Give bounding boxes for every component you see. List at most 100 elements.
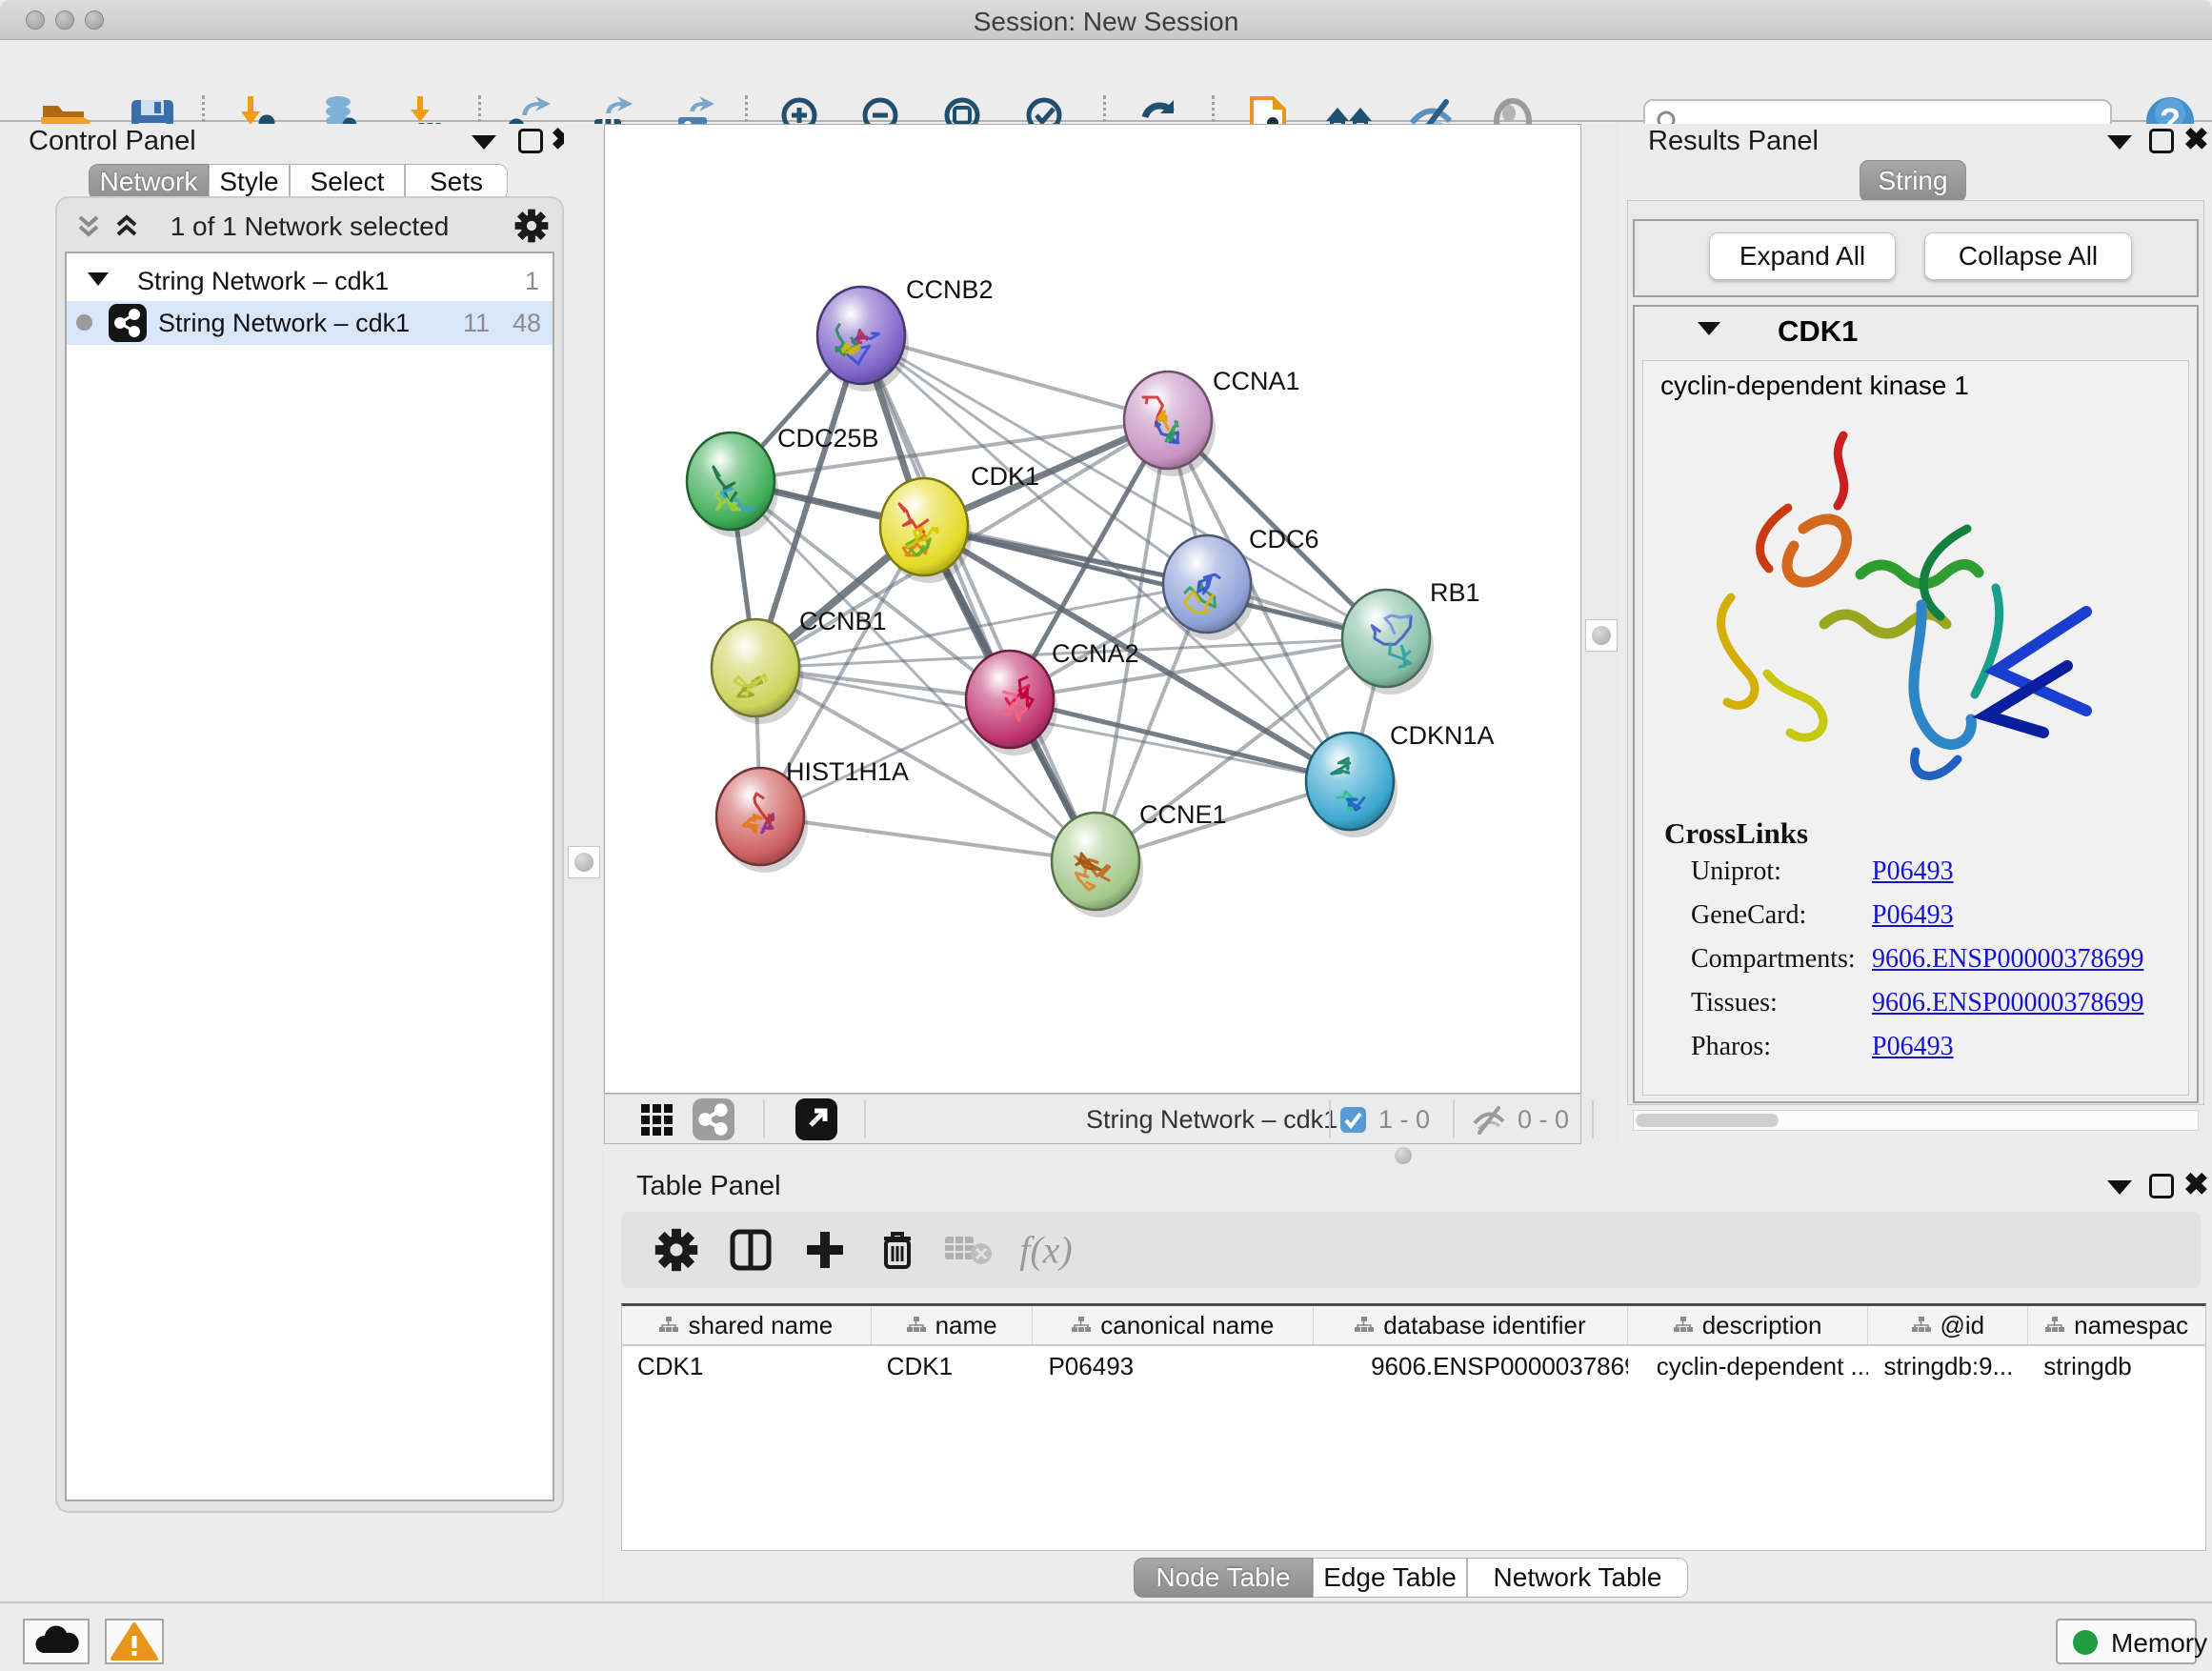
network-list-header: 1 of 1 Network selected bbox=[57, 204, 562, 246]
network-node-CCNE1[interactable]: CCNE1 bbox=[1052, 800, 1227, 917]
crosslink-link[interactable]: P06493 bbox=[1872, 1032, 1954, 1062]
table-panel-menu-icon[interactable] bbox=[2107, 1180, 2132, 1195]
network-share-icon[interactable] bbox=[693, 1098, 734, 1140]
tab-node-table[interactable]: Node Table bbox=[1134, 1558, 1313, 1598]
network-node-label: CDC25B bbox=[777, 424, 879, 453]
tab-string[interactable]: String bbox=[1860, 160, 1966, 202]
network-node-label: CDK1 bbox=[971, 462, 1039, 491]
left-splitter-handle[interactable] bbox=[568, 846, 600, 878]
tab-network[interactable]: Network bbox=[89, 164, 209, 200]
collection-expand-icon[interactable] bbox=[88, 272, 109, 286]
right-splitter[interactable] bbox=[1581, 124, 1621, 1144]
network-node-CDC6[interactable]: CDC6 bbox=[1163, 525, 1319, 640]
network-node-RB1[interactable]: RB1 bbox=[1342, 578, 1480, 695]
column-header[interactable]: description bbox=[1628, 1306, 1869, 1344]
collapse-all-button[interactable]: Collapse All bbox=[1924, 232, 2132, 280]
right-splitter-handle[interactable] bbox=[1585, 619, 1618, 652]
tab-edge-table[interactable]: Edge Table bbox=[1313, 1558, 1467, 1598]
network-node-label: RB1 bbox=[1430, 578, 1480, 607]
crosslinks-heading: CrossLinks bbox=[1664, 816, 1808, 851]
column-header[interactable]: name bbox=[872, 1306, 1034, 1344]
network-node-CCNA2[interactable]: CCNA2 bbox=[966, 639, 1139, 755]
footer-separator bbox=[1453, 1100, 1455, 1138]
cell-id[interactable]: stringdb:9... bbox=[1868, 1346, 2028, 1386]
tab-select[interactable]: Select bbox=[290, 164, 405, 200]
control-panel-float-icon[interactable] bbox=[518, 129, 543, 153]
crosslink-link[interactable]: P06493 bbox=[1872, 900, 1954, 931]
column-header[interactable]: shared name bbox=[622, 1306, 872, 1344]
table-row[interactable]: CDK1 CDK1 P06493 9606.ENSP00000378699 cy… bbox=[622, 1346, 2205, 1386]
selected-checkbox-icon[interactable] bbox=[1340, 1107, 1366, 1133]
network-canvas[interactable]: CCNB2 CCNA1 CDC25B CDK1 CDC6 RB1 CCNB1 CCNA2 CDK… bbox=[604, 124, 1581, 1094]
table-panel-float-icon[interactable] bbox=[2149, 1174, 2174, 1198]
warning-button[interactable] bbox=[105, 1619, 164, 1664]
network-collection-row[interactable]: String Network – cdk1 1 bbox=[67, 261, 553, 303]
column-header[interactable]: canonical name bbox=[1033, 1306, 1314, 1344]
crosslink-label: GeneCard: bbox=[1691, 900, 1806, 931]
tab-network-table[interactable]: Network Table bbox=[1467, 1558, 1688, 1598]
crosslink-link[interactable]: 9606.ENSP00000378699 bbox=[1872, 944, 2143, 975]
column-header[interactable]: namespac bbox=[2028, 1306, 2205, 1344]
tab-style[interactable]: Style bbox=[209, 164, 290, 200]
network-graph[interactable]: CCNB2 CCNA1 CDC25B CDK1 CDC6 RB1 CCNB1 CCNA2 CDK… bbox=[605, 125, 1580, 1093]
cell-canonical-name[interactable]: P06493 bbox=[1033, 1346, 1314, 1386]
network-options-gear-icon[interactable] bbox=[514, 209, 549, 243]
hidden-eye-icon[interactable] bbox=[1470, 1104, 1508, 1137]
gene-header[interactable]: CDK1 bbox=[1635, 307, 2197, 356]
cell-name[interactable]: CDK1 bbox=[872, 1346, 1034, 1386]
network-node-HIST1H1A[interactable]: HIST1H1A bbox=[716, 757, 909, 873]
expand-all-button[interactable]: Expand All bbox=[1709, 232, 1896, 280]
horizontal-splitter-handle[interactable] bbox=[1395, 1147, 1412, 1164]
function-builder-icon[interactable]: f(x) bbox=[1019, 1228, 1073, 1273]
network-row-label: String Network – cdk1 bbox=[158, 309, 410, 338]
results-scrollbar-thumb[interactable] bbox=[1636, 1114, 1779, 1127]
network-node-CCNA1[interactable]: CCNA1 bbox=[1124, 367, 1300, 476]
control-panel-menu-icon[interactable] bbox=[472, 135, 496, 150]
cell-shared-name[interactable]: CDK1 bbox=[622, 1346, 872, 1386]
column-header[interactable]: database identifier bbox=[1314, 1306, 1628, 1344]
network-node-CCNB1[interactable]: CCNB1 bbox=[712, 607, 887, 724]
network-node-CDKN1A[interactable]: CDKN1A bbox=[1306, 721, 1495, 837]
horizontal-splitter[interactable] bbox=[604, 1144, 2212, 1167]
network-node-label: CDKN1A bbox=[1390, 721, 1495, 750]
results-panel-menu-icon[interactable] bbox=[2107, 135, 2132, 150]
add-column-icon[interactable] bbox=[803, 1228, 847, 1272]
control-panel-tabs: Network Style Select Sets bbox=[11, 164, 564, 200]
birdseye-grid-icon[interactable] bbox=[639, 1102, 675, 1138]
control-panel: Control Panel ✖ Network Style Select Set… bbox=[11, 124, 564, 1578]
gene-collapse-icon[interactable] bbox=[1698, 322, 1720, 335]
network-node-count: 11 bbox=[463, 309, 490, 338]
protein-structure-image bbox=[1681, 416, 2101, 816]
cell-database-identifier[interactable]: 9606.ENSP00000378699 bbox=[1314, 1346, 1628, 1386]
delete-table-icon[interactable] bbox=[943, 1233, 993, 1267]
footer-separator bbox=[763, 1100, 765, 1138]
network-node-CDK1[interactable]: CDK1 bbox=[880, 462, 1039, 583]
open-in-window-icon[interactable] bbox=[795, 1098, 837, 1140]
node-table: shared name name canonical name database… bbox=[621, 1303, 2206, 1551]
left-splitter[interactable] bbox=[564, 124, 604, 1601]
gene-detail-box: CDK1 cyclin-dependent kinase 1 bbox=[1633, 305, 2199, 1103]
table-panel-title: Table Panel bbox=[636, 1171, 781, 1202]
show-columns-icon[interactable] bbox=[728, 1227, 774, 1273]
delete-column-icon[interactable] bbox=[876, 1227, 918, 1273]
results-scrollbar[interactable] bbox=[1633, 1110, 2199, 1131]
results-panel-close-icon[interactable]: ✖ bbox=[2183, 127, 2209, 151]
footer-separator bbox=[1329, 1100, 1331, 1138]
table-panel-close-icon[interactable]: ✖ bbox=[2183, 1172, 2209, 1197]
table-tabs: Node Table Edge Table Network Table bbox=[604, 1558, 2212, 1598]
table-options-gear-icon[interactable] bbox=[654, 1228, 698, 1272]
footer-separator bbox=[864, 1100, 866, 1138]
cell-namespace[interactable]: stringdb bbox=[2028, 1346, 2205, 1386]
crosslink-link[interactable]: P06493 bbox=[1872, 856, 1954, 887]
cell-description[interactable]: cyclin-dependent ... bbox=[1628, 1346, 1869, 1386]
window-title: Session: New Session bbox=[0, 7, 2212, 37]
tab-sets[interactable]: Sets bbox=[405, 164, 508, 200]
network-row-selected[interactable]: String Network – cdk1 11 48 bbox=[67, 301, 553, 345]
memory-button[interactable]: Memory bbox=[2056, 1619, 2197, 1664]
column-header[interactable]: @id bbox=[1868, 1306, 2028, 1344]
crosslink-link[interactable]: 9606.ENSP00000378699 bbox=[1872, 988, 2143, 1018]
network-edge[interactable] bbox=[760, 816, 1096, 861]
network-node-label: CCNB2 bbox=[906, 275, 994, 304]
cloud-button[interactable] bbox=[23, 1619, 90, 1664]
results-panel-float-icon[interactable] bbox=[2149, 129, 2174, 153]
